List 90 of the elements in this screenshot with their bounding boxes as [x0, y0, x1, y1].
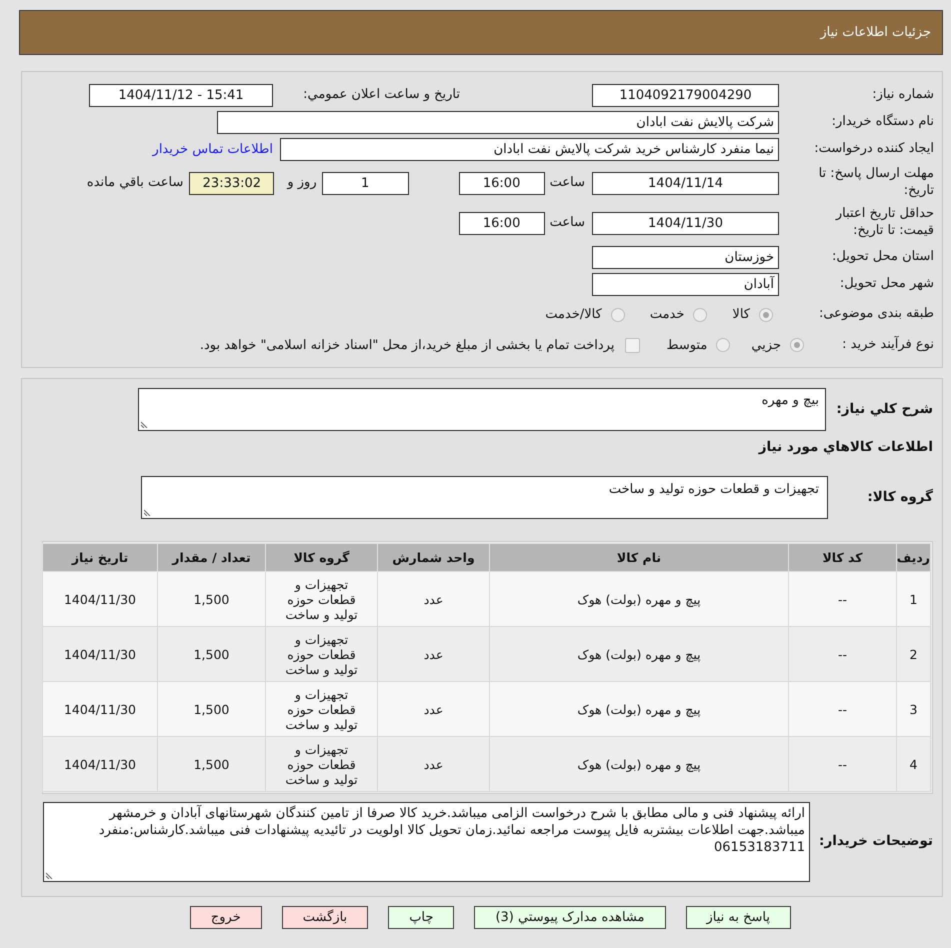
field-label: ساعت	[550, 214, 585, 232]
checkbox[interactable]	[625, 338, 640, 352]
requester-field[interactable]: نیما منفرد کارشناس خرید شرکت پالایش نفت ابادان	[280, 138, 779, 161]
table-cell: --	[788, 736, 896, 792]
field-label: ایجاد کننده درخواست:	[814, 141, 934, 158]
table-cell: عدد	[378, 626, 490, 682]
resize-grip-icon[interactable]	[46, 872, 53, 879]
table-cell: عدد	[378, 736, 490, 792]
table-cell: تجهیزات و قطعات حوزه تولید و ساخت	[266, 736, 378, 792]
field-label: مهلت ارسال پاسخ: تا تاریخ:	[818, 166, 934, 200]
date-field[interactable]: 1404/11/14	[592, 172, 779, 194]
summary-field[interactable]: بیچ و مهره	[138, 388, 826, 431]
table-cell: عدد	[378, 572, 490, 626]
option-label: جزيي	[751, 338, 781, 352]
radio-button[interactable]	[716, 338, 730, 352]
action-button[interactable]: پاسخ به نیاز	[686, 906, 791, 929]
field-label: تاریخ و ساعت اعلان عمومي:	[303, 87, 460, 104]
table-cell: 1	[896, 572, 930, 626]
days-field[interactable]: 1	[322, 172, 409, 194]
contact-info-link[interactable]: اطلاعات تماس خریدار	[152, 142, 273, 157]
table-cell: --	[788, 572, 896, 626]
action-button[interactable]: مشاهده مدارک پیوستي (3)	[474, 906, 666, 929]
table-cell: 1404/11/30	[42, 626, 158, 682]
option-label: کالا/خدمت	[545, 307, 602, 322]
table-cell: 1,500	[158, 682, 266, 736]
field-label: توضیحات خریدار:	[819, 833, 933, 851]
column-header: گروه کالا	[266, 544, 378, 572]
table-cell: 3	[896, 682, 930, 736]
resize-grip-icon[interactable]	[144, 509, 151, 516]
table-cell: عدد	[378, 682, 490, 736]
column-header: تاریخ نیاز	[42, 544, 158, 572]
action-button[interactable]: چاپ	[388, 906, 454, 929]
field-label: شهر محل تحویل:	[840, 276, 934, 293]
field-label: گروه كالا:	[867, 488, 933, 506]
radio-button[interactable]	[693, 308, 708, 322]
radio-button[interactable]	[610, 308, 625, 322]
date-field[interactable]: 1404/11/30	[592, 212, 779, 234]
table-cell: تجهیزات و قطعات حوزه تولید و ساخت	[266, 626, 378, 682]
column-header: کد کالا	[788, 544, 896, 572]
goods-group-field[interactable]: تجهیزات و قطعات حوزه تولید و ساخت	[141, 476, 828, 519]
field-label: ساعت باقي مانده	[86, 174, 184, 192]
table-cell: 1,500	[158, 626, 266, 682]
need-number-field[interactable]: 1104092179004290	[592, 84, 779, 107]
announcement-datetime-field[interactable]: 1404/11/12 - 15:41	[89, 84, 273, 107]
city-field[interactable]: آبادان	[592, 273, 779, 296]
time-field[interactable]: 16:00	[458, 212, 545, 234]
column-header: واحد شمارش	[378, 544, 490, 572]
table-cell: 2	[896, 626, 930, 682]
table-cell: 1404/11/30	[42, 682, 158, 736]
column-header: نام کالا	[490, 544, 788, 572]
field-label: حداقل تاریخ اعتبار قیمت: تا تاریخ:	[834, 206, 934, 240]
buyer-organization-field[interactable]: شرکت پالایش نفت ابادان	[217, 111, 779, 134]
table-cell: پیچ و مهره (بولت) هوک	[490, 626, 788, 682]
field-label: شماره نیاز:	[872, 87, 934, 104]
section-heading: اطلاعات كالاهاي مورد نياز	[758, 439, 933, 455]
action-button[interactable]: خروج	[190, 906, 262, 929]
field-label: نام دستگاه خریدار:	[832, 114, 934, 131]
radio-button[interactable]	[759, 308, 773, 322]
resize-grip-icon[interactable]	[141, 421, 148, 428]
radio-button[interactable]	[790, 338, 804, 352]
table-cell: پیچ و مهره (بولت) هوک	[490, 572, 788, 626]
table-cell: تجهیزات و قطعات حوزه تولید و ساخت	[266, 572, 378, 626]
table-cell: 1,500	[158, 572, 266, 626]
table-cell: 4	[896, 736, 930, 792]
column-header: ردیف	[896, 544, 930, 572]
table-cell: --	[788, 626, 896, 682]
action-button[interactable]: بازگشت	[282, 906, 368, 929]
field-label: طبقه بندی موضوعی:	[818, 306, 934, 323]
option-label: کالا	[732, 307, 750, 322]
option-label: متوسط	[666, 338, 708, 352]
table-cell: 1404/11/30	[42, 572, 158, 626]
table-cell: 1404/11/30	[42, 736, 158, 792]
table-cell: تجهیزات و قطعات حوزه تولید و ساخت	[266, 682, 378, 736]
table-cell: پیچ و مهره (بولت) هوک	[490, 736, 788, 792]
field-label: نوع فرآیند خرید :	[842, 336, 934, 354]
field-label: روز و	[287, 174, 317, 192]
option-label: خدمت	[650, 307, 684, 322]
remarks-field[interactable]: ارائه پیشنهاد فنی و مالی مطابق با شرح درخواست الزامی میباشد.خرید کالا صرفا از تامین کنندگان شهرستانهای آبادان و خرمشهر میباشد.جهت اطلاعات بیشتربه فایل پیوست مراجعه نمائید.زمان تحویل کالا اولویت در تائیدیه پیشنهادات فنی میباشد.کارشناس:منفرد 06153183711	[43, 802, 810, 882]
checkbox-label: پرداخت تمام یا بخشی از مبلغ خرید،از محل "اسناد خزانه اسلامی" خواهد بود.	[200, 338, 614, 352]
time-field[interactable]: 16:00	[458, 172, 545, 194]
province-field[interactable]: خوزستان	[592, 246, 779, 268]
field-label: استان محل تحویل:	[832, 248, 934, 266]
page-title: جزئیات اطلاعات نیاز	[820, 25, 931, 40]
field-label: شرح كلي نياز:	[836, 400, 933, 418]
table-cell: 1,500	[158, 736, 266, 792]
table-cell: پیچ و مهره (بولت) هوک	[490, 682, 788, 736]
table-cell: --	[788, 682, 896, 736]
field-label: ساعت	[550, 174, 585, 192]
countdown-field[interactable]: 23:33:02	[189, 172, 274, 194]
column-header: تعداد / مقدار	[158, 544, 266, 572]
